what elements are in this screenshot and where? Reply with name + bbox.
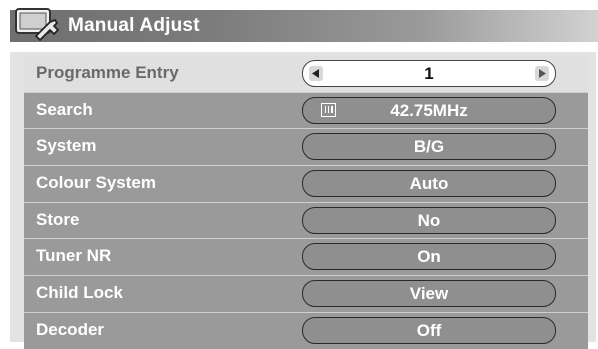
menu-label: Colour System [36, 173, 156, 193]
child-lock-value: View [409, 284, 449, 304]
signal-bars-icon [321, 102, 336, 117]
store-value: No [417, 210, 441, 230]
tv-wrench-icon [14, 6, 60, 44]
title-bar: Manual Adjust [10, 8, 598, 42]
menu-row-search[interactable]: Search 42.75MHz [24, 92, 588, 130]
menu-label: System [36, 136, 97, 156]
programme-entry-value: 1 [424, 64, 434, 83]
menu-row-tuner-nr[interactable]: Tuner NR On [24, 239, 588, 277]
arrow-left-icon[interactable] [309, 66, 323, 81]
menu-label: Programme Entry [36, 63, 179, 82]
menu-label: Decoder [36, 319, 105, 339]
settings-menu: Programme Entry 1 Search 42.75MHz System… [24, 56, 588, 349]
decoder-value-button[interactable]: Off [302, 316, 556, 344]
decoder-value: Off [416, 320, 442, 340]
menu-row-decoder[interactable]: Decoder Off [24, 312, 588, 349]
menu-label: Child Lock [36, 283, 123, 303]
page-title: Manual Adjust [68, 15, 200, 36]
menu-row-child-lock[interactable]: Child Lock View [24, 276, 588, 313]
menu-row-programme-entry[interactable]: Programme Entry 1 [24, 56, 588, 93]
tuner-nr-value: On [417, 247, 441, 267]
colour-system-value: Auto [409, 174, 449, 194]
menu-label: Tuner NR [36, 246, 112, 266]
system-value-button[interactable]: B/G [302, 133, 556, 161]
system-value: B/G [413, 137, 445, 157]
colour-system-value-button[interactable]: Auto [302, 170, 556, 198]
menu-label: Search [36, 99, 93, 119]
child-lock-value-button[interactable]: View [302, 280, 556, 308]
tuner-nr-value-button[interactable]: On [302, 243, 556, 271]
menu-row-colour-system[interactable]: Colour System Auto [24, 166, 588, 203]
menu-label: Store [36, 209, 80, 229]
programme-entry-selector[interactable]: 1 [302, 60, 556, 87]
store-value-button[interactable]: No [302, 206, 556, 234]
menu-row-system[interactable]: System B/G [24, 129, 588, 167]
menu-row-store[interactable]: Store No [24, 202, 588, 240]
arrow-right-icon[interactable] [535, 66, 549, 81]
search-value-button[interactable]: 42.75MHz [302, 96, 556, 124]
search-frequency-value: 42.75MHz [390, 100, 468, 120]
